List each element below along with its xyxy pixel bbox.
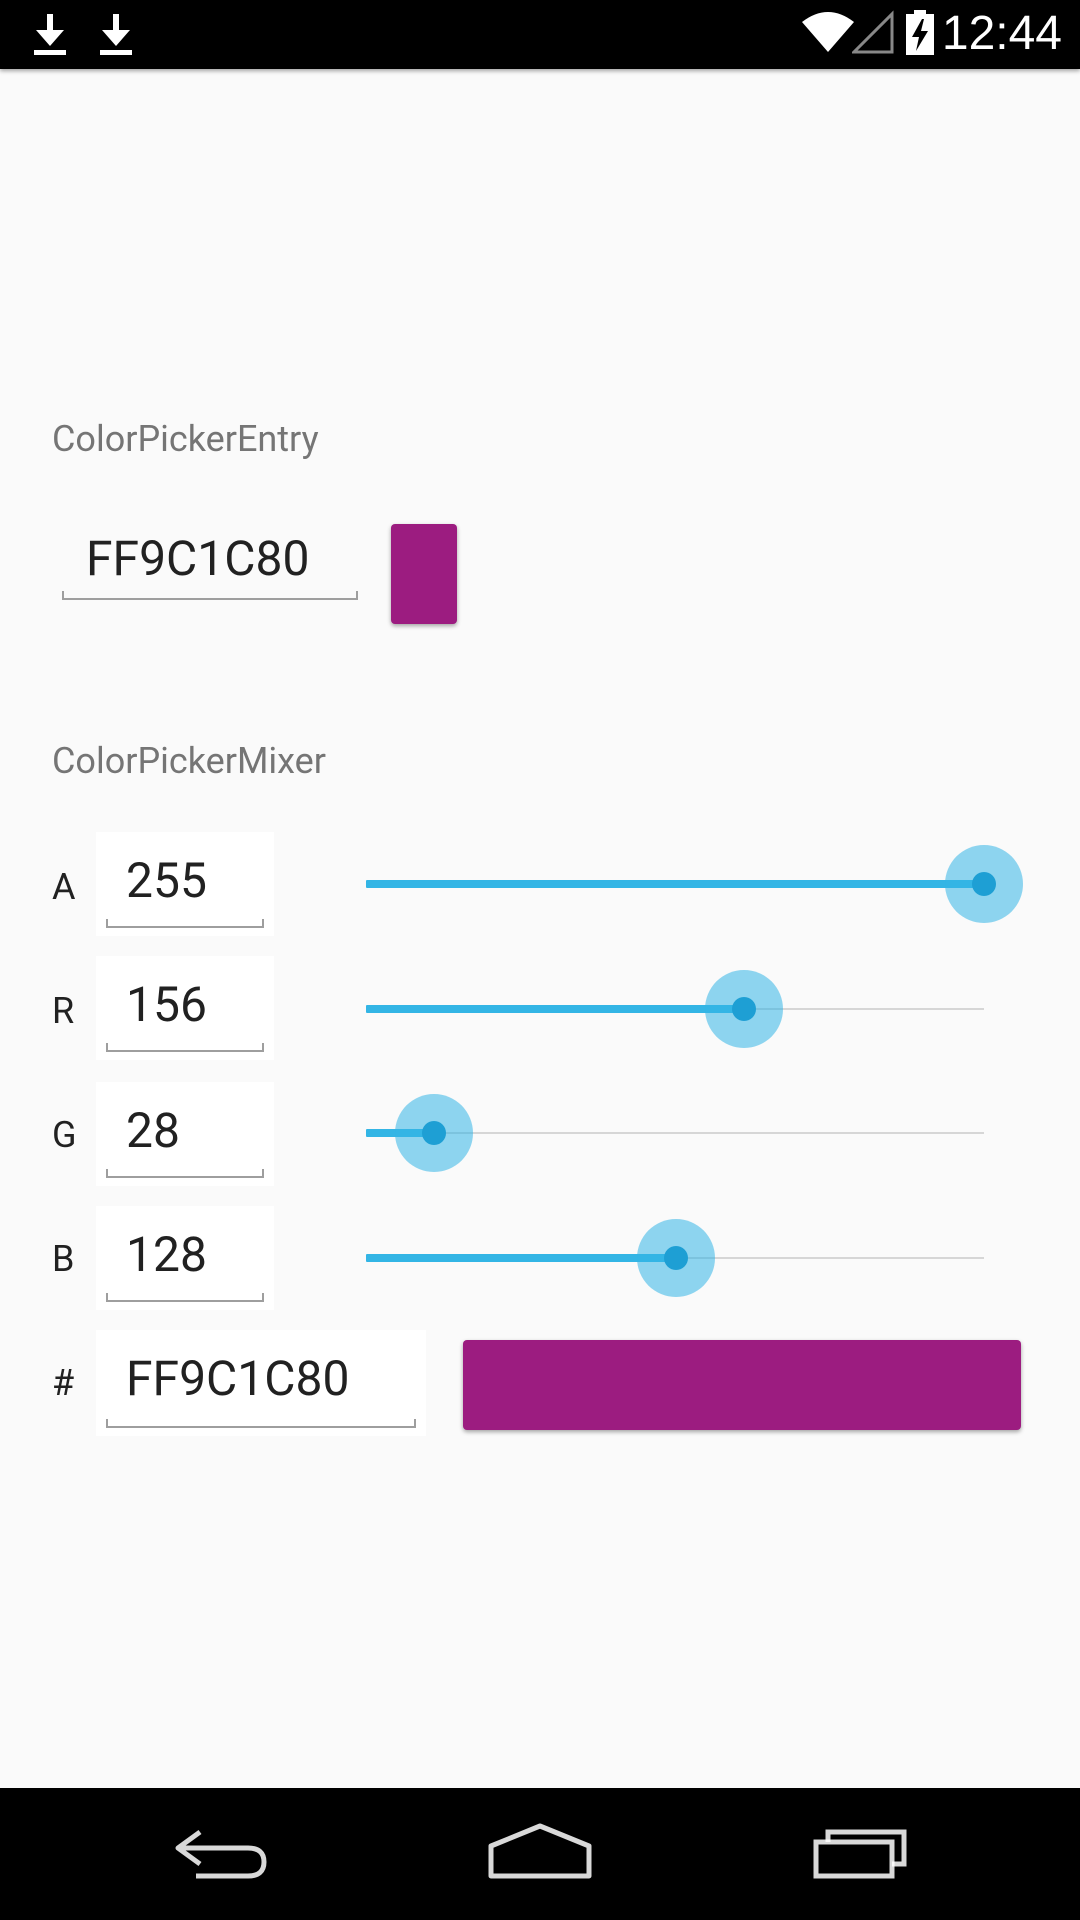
channel-b-slider[interactable] [366, 1218, 984, 1298]
slider-track-fill [366, 880, 984, 888]
channel-a-box: 255 [96, 832, 274, 936]
channel-a-input[interactable]: 255 [106, 832, 264, 928]
channel-g-input[interactable]: 28 [106, 1082, 264, 1178]
cell-signal-icon [850, 10, 894, 58]
home-icon[interactable] [487, 1818, 593, 1892]
entry-hex-input[interactable]: FF9C1C80 [62, 520, 358, 600]
input-underline [106, 1293, 264, 1302]
battery-charging-icon [905, 10, 935, 60]
mixer-hex-input[interactable]: FF9C1C80 [106, 1330, 416, 1428]
mixer-hex-value: FF9C1C80 [126, 1350, 350, 1407]
channel-label-a: A [52, 866, 76, 908]
entry-hex-value: FF9C1C80 [86, 530, 310, 587]
input-underline [106, 1419, 416, 1428]
channel-a-slider[interactable] [366, 844, 1023, 924]
download-icon [30, 12, 70, 62]
download-icon [96, 12, 136, 62]
entry-color-swatch [391, 524, 457, 624]
slider-thumb[interactable] [972, 872, 996, 896]
input-underline [106, 919, 264, 928]
navigation-bar [0, 1788, 1080, 1920]
recents-icon[interactable] [812, 1818, 912, 1892]
channel-r-slider[interactable] [366, 969, 984, 1049]
channel-r-box: 156 [96, 956, 274, 1060]
input-underline [62, 591, 358, 600]
wifi-icon [800, 10, 856, 58]
channel-label-b: B [52, 1238, 75, 1280]
channel-b-input[interactable]: 128 [106, 1206, 264, 1302]
entry-section-label: ColorPickerEntry [52, 418, 319, 460]
input-underline [106, 1169, 264, 1178]
channel-label-g: G [52, 1114, 77, 1156]
mixer-section-label: ColorPickerMixer [52, 740, 326, 782]
mixer-color-preview [463, 1340, 1021, 1430]
back-icon[interactable] [170, 1818, 270, 1892]
status-bar: 12:44 [0, 0, 1080, 69]
channel-g-box: 28 [96, 1082, 274, 1186]
slider-thumb[interactable] [421, 1121, 446, 1145]
mixer-hex-box: FF9C1C80 [96, 1330, 426, 1436]
channel-label-r: R [52, 990, 75, 1032]
channel-g-value: 28 [126, 1102, 180, 1159]
channel-r-input[interactable]: 156 [106, 956, 264, 1052]
slider-track-fill [366, 1005, 745, 1013]
channel-r-value: 156 [126, 976, 207, 1033]
channel-a-value: 255 [126, 852, 207, 909]
channel-g-slider[interactable] [366, 1093, 984, 1173]
input-underline [106, 1043, 264, 1052]
slider-track-fill [366, 1254, 677, 1262]
channel-b-box: 128 [96, 1206, 274, 1310]
hex-label: # [52, 1362, 75, 1404]
status-time: 12:44 [941, 7, 1062, 60]
channel-b-value: 128 [126, 1226, 207, 1283]
